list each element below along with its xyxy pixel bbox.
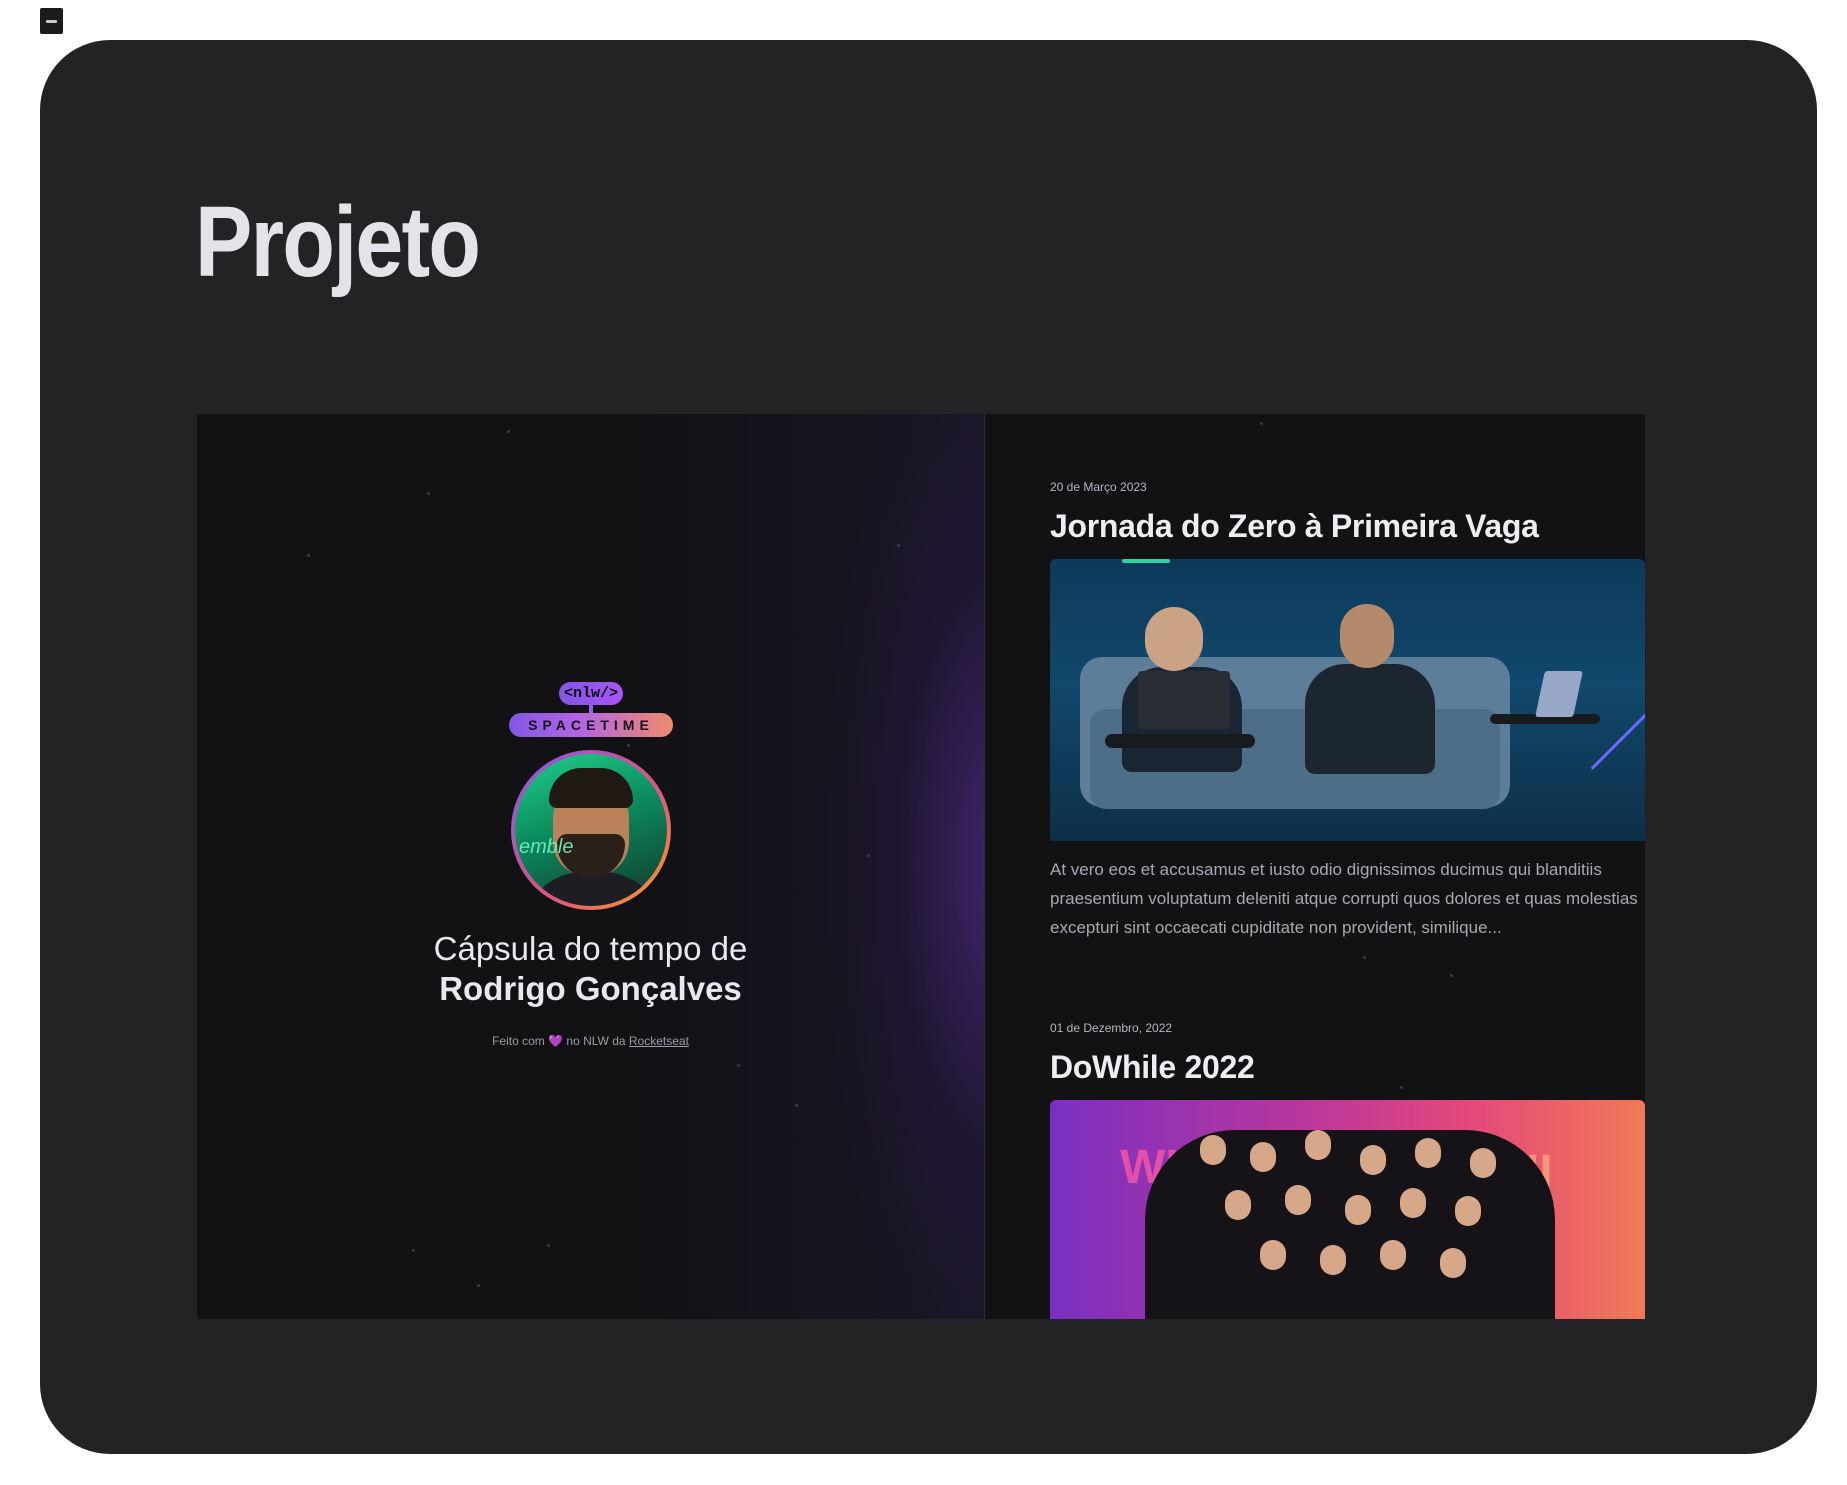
rocketseat-link[interactable]: Rocketseat [629, 1034, 689, 1048]
memory-image: WH 20 ANI [1050, 1100, 1645, 1319]
memory-text: At vero eos et accusamus et iusto odio d… [1050, 860, 1638, 937]
spacetime-logo: <nlw/> SPACETIME [509, 682, 673, 738]
memories-timeline: 20 de Março 2023 Jornada do Zero à Prime… [985, 414, 1645, 1319]
project-preview: <nlw/> SPACETIME emble Cápsula do tempo … [197, 414, 1645, 1319]
footer-note: Feito com 💜 no NLW da Rocketseat [197, 1034, 984, 1048]
memory-date: 20 de Março 2023 [1050, 480, 1147, 494]
memory-date: 01 de Dezembro, 2022 [1050, 1021, 1173, 1035]
memory-entry[interactable]: 20 de Março 2023 Jornada do Zero à Prime… [1050, 480, 1645, 942]
capsule-title-line: Cápsula do tempo de [433, 930, 748, 967]
capsule-panel: <nlw/> SPACETIME emble Cápsula do tempo … [197, 414, 985, 1319]
memory-title: DoWhile 2022 [1050, 1049, 1255, 1085]
window-icon[interactable] [40, 8, 63, 34]
heart-icon: 💜 [548, 1034, 564, 1048]
page-title: Projeto [195, 186, 481, 298]
footer-middle: no NLW da [566, 1034, 626, 1048]
nlw-tag: <nlw/> [559, 682, 623, 705]
capsule-owner-name: Rodrigo Gonçalves [439, 970, 742, 1007]
avatar: emble [511, 750, 671, 910]
memory-title: Jornada do Zero à Primeira Vaga [1050, 508, 1539, 544]
project-frame: Projeto <nlw/> SPACETIME emble Cápsula d… [40, 40, 1817, 1454]
memory-entry[interactable]: 01 de Dezembro, 2022 DoWhile 2022 WH 20 … [1050, 1021, 1645, 1319]
memory-image [1050, 559, 1645, 841]
capsule-title: Cápsula do tempo de Rodrigo Gonçalves [197, 929, 984, 1009]
spacetime-label: SPACETIME [509, 713, 673, 737]
footer-prefix: Feito com [492, 1034, 545, 1048]
